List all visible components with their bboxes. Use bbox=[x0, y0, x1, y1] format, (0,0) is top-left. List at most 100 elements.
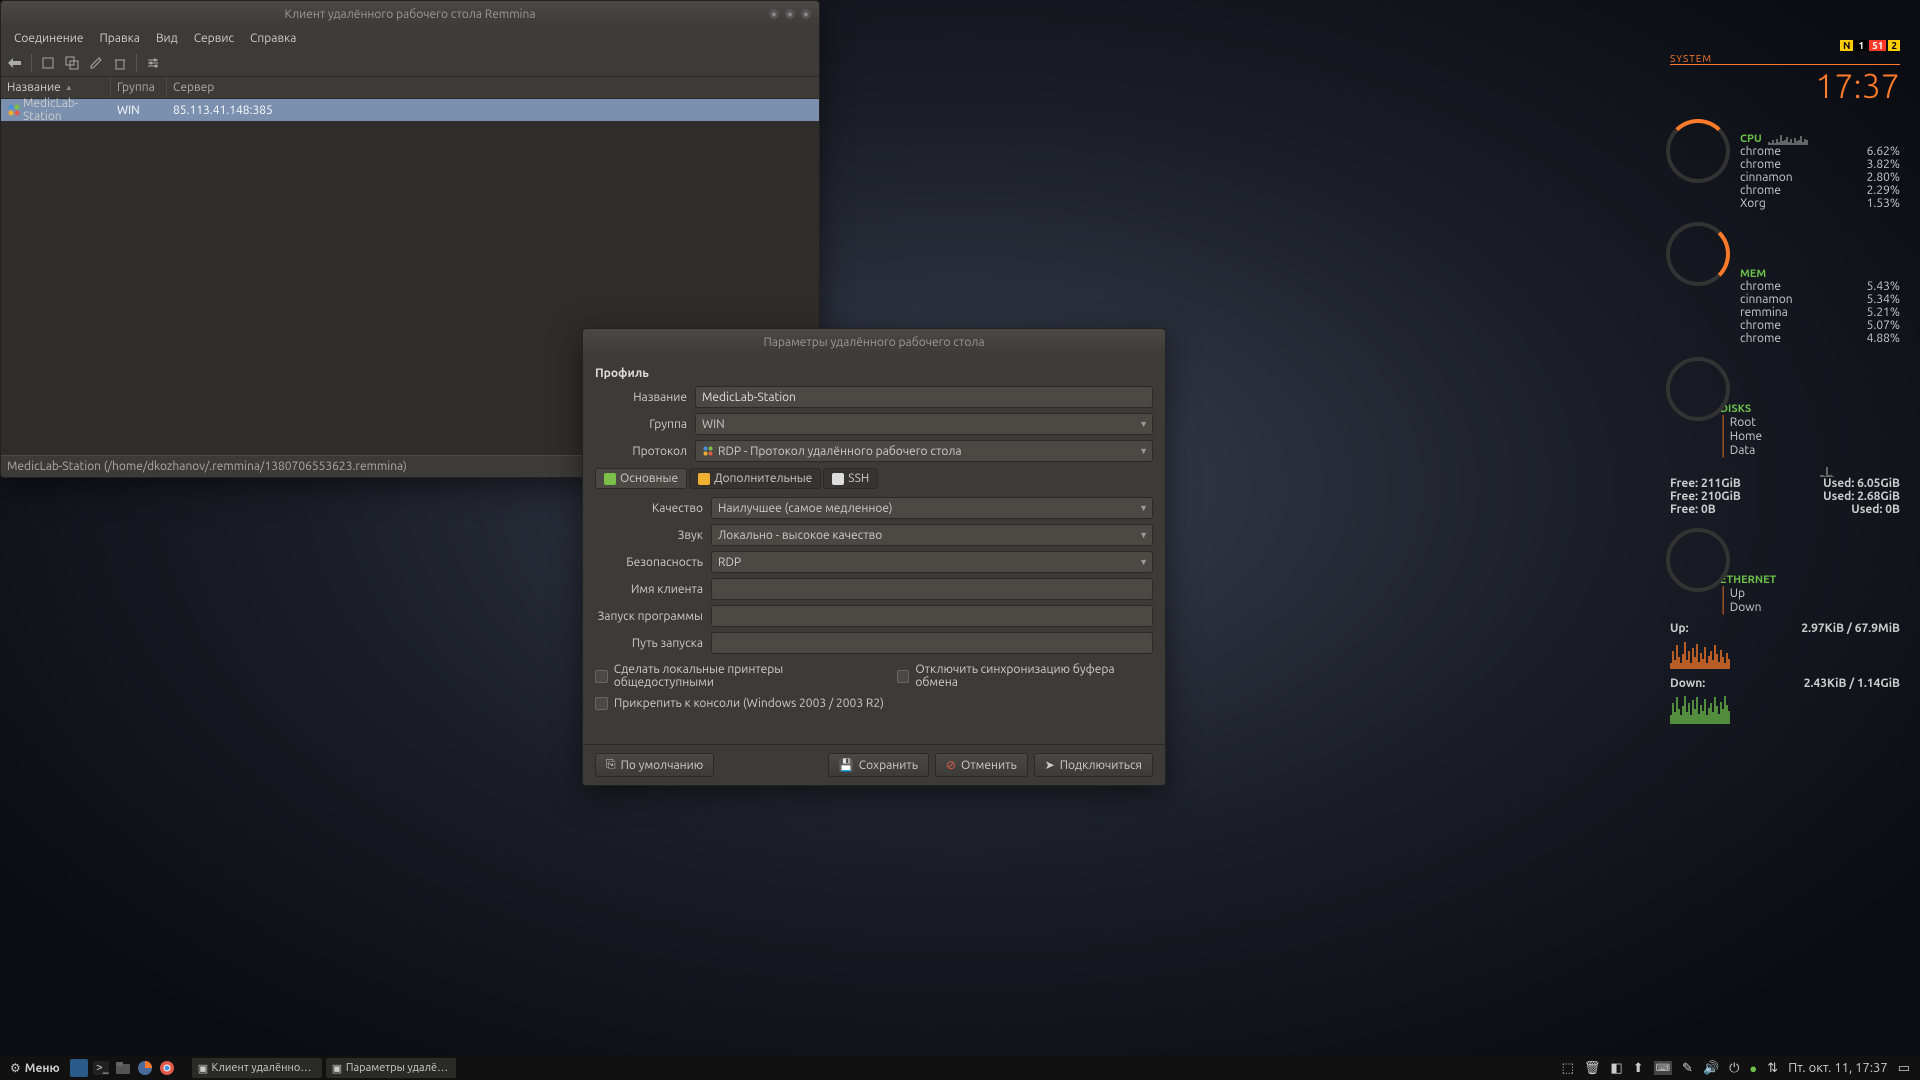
system-header: SYSTEM bbox=[1670, 53, 1712, 64]
disk-row: Free: 210GiBUsed: 2.68GiB bbox=[1670, 490, 1900, 503]
default-icon: ⎘ bbox=[606, 758, 616, 772]
chrome-launcher-icon[interactable] bbox=[158, 1059, 176, 1077]
tab-ssh[interactable]: SSH bbox=[823, 468, 878, 489]
tab-advanced[interactable]: Дополнительные bbox=[689, 468, 821, 489]
menu-edit[interactable]: Правка bbox=[93, 30, 147, 47]
terminal-launcher-icon[interactable]: >_ bbox=[92, 1059, 110, 1077]
minimize-icon[interactable]: ● bbox=[769, 9, 779, 19]
cpu-proc: chrome6.62% bbox=[1740, 145, 1900, 158]
tab-advanced-icon bbox=[698, 473, 710, 485]
input-startprog[interactable] bbox=[711, 605, 1153, 627]
cpu-graph bbox=[1768, 129, 1900, 145]
col-name[interactable]: Название▲ bbox=[1, 77, 111, 98]
tray-volume-icon[interactable]: 🔊 bbox=[1703, 1061, 1719, 1076]
connection-row[interactable]: MedicLab-Station WIN 85.113.41.148:385 bbox=[1, 99, 819, 121]
cpu-proc: chrome3.82% bbox=[1740, 158, 1900, 171]
tab-basic[interactable]: Основные bbox=[595, 468, 687, 489]
toolbar-new-icon[interactable] bbox=[38, 53, 58, 73]
maximize-icon[interactable]: ● bbox=[785, 9, 795, 19]
badge: N bbox=[1840, 40, 1853, 51]
tray-network-icon[interactable]: ⇅ bbox=[1767, 1061, 1778, 1076]
chevron-down-icon: ▼ bbox=[1139, 557, 1148, 567]
label-sound: Звук bbox=[595, 529, 703, 542]
notification-badges: N 1 51 2 bbox=[1670, 40, 1900, 51]
task-remmina-prefs[interactable]: ▣Параметры удалён... bbox=[326, 1058, 456, 1078]
files-launcher-icon[interactable] bbox=[114, 1059, 132, 1077]
net-up-row: Up:2.97KiB / 67.9MiB bbox=[1670, 622, 1900, 635]
default-button[interactable]: ⎘По умолчанию bbox=[595, 753, 714, 777]
tray-pencil-icon[interactable]: ✎ bbox=[1682, 1061, 1693, 1076]
disks-label: DISKS bbox=[1720, 403, 1900, 415]
tray-keyboard-icon[interactable]: ⌨ bbox=[1654, 1061, 1672, 1075]
save-button[interactable]: 💾Сохранить bbox=[828, 753, 929, 777]
check-printers[interactable] bbox=[595, 670, 608, 683]
tray-trash-icon[interactable]: 🗑 bbox=[1584, 1061, 1601, 1076]
menu-connection[interactable]: Соединение bbox=[7, 30, 91, 47]
input-startpath[interactable] bbox=[711, 632, 1153, 654]
toolbar-connect-icon[interactable] bbox=[5, 53, 25, 73]
list-header: Название▲ Группа Сервер bbox=[1, 77, 819, 99]
section-profile: Профиль bbox=[595, 367, 1153, 380]
tray-arrow-icon[interactable]: ⬆ bbox=[1633, 1061, 1644, 1076]
mem-proc: remmina5.21% bbox=[1740, 306, 1900, 319]
dialog-titlebar[interactable]: Параметры удалённого рабочего стола bbox=[583, 329, 1165, 355]
svg-text:>_: >_ bbox=[96, 1061, 109, 1074]
eth-ring-icon bbox=[1666, 528, 1730, 592]
label-check-clipboard: Отключить синхронизацию буфера обмена bbox=[915, 663, 1153, 689]
toolbar-copy-icon[interactable] bbox=[62, 53, 82, 73]
tray-shield-icon[interactable]: ● bbox=[1749, 1061, 1757, 1076]
preferences-dialog: Параметры удалённого рабочего стола Проф… bbox=[582, 328, 1166, 786]
combo-protocol[interactable]: RDP - Протокол удалённого рабочего стола… bbox=[695, 440, 1153, 462]
task-remmina-main[interactable]: ▣Клиент удалённого ... bbox=[192, 1058, 322, 1078]
col-server[interactable]: Сервер bbox=[167, 77, 819, 98]
taskbar: ⚙ Меню >_ ▣Клиент удалённого ... ▣Параме… bbox=[0, 1056, 1920, 1080]
remmina-icon: ▣ bbox=[332, 1062, 342, 1075]
combo-quality[interactable]: Наилучшее (самое медленное)▼ bbox=[711, 497, 1153, 519]
label-name: Название bbox=[595, 391, 687, 404]
cancel-button[interactable]: ⊘Отменить bbox=[935, 753, 1028, 777]
tray-workspace-icon[interactable]: ⬚ bbox=[1562, 1061, 1574, 1076]
ethernet-label: ETHERNET bbox=[1720, 574, 1900, 586]
cancel-icon: ⊘ bbox=[946, 758, 956, 772]
mem-label: MEM bbox=[1740, 268, 1900, 280]
toolbar-edit-icon[interactable] bbox=[86, 53, 106, 73]
label-clientname: Имя клиента bbox=[595, 583, 703, 596]
input-name[interactable] bbox=[695, 386, 1153, 408]
chevron-down-icon: ▼ bbox=[1139, 446, 1148, 456]
chevron-down-icon: ▼ bbox=[1139, 419, 1148, 429]
panel-clock[interactable]: Пт. окт. 11, 17:37 bbox=[1788, 1061, 1888, 1075]
system-monitor-widget: N 1 51 2 SYSTEM 17:37 CPU chrome6.62% ch… bbox=[1670, 40, 1900, 724]
firefox-launcher-icon[interactable] bbox=[136, 1059, 154, 1077]
cpu-label: CPU bbox=[1740, 133, 1762, 145]
main-titlebar[interactable]: Клиент удалённого рабочего стола Remmina… bbox=[1, 1, 819, 27]
tray-updates-icon[interactable]: ◧ bbox=[1610, 1061, 1622, 1076]
input-clientname[interactable] bbox=[711, 578, 1153, 600]
show-desktop-icon[interactable] bbox=[70, 1059, 88, 1077]
toolbar-delete-icon[interactable] bbox=[110, 53, 130, 73]
start-menu-button[interactable]: ⚙ Меню bbox=[4, 1056, 66, 1080]
toolbar-prefs-icon[interactable] bbox=[143, 53, 163, 73]
combo-group[interactable]: WIN▼ bbox=[695, 413, 1153, 435]
menu-view[interactable]: Вид bbox=[149, 30, 185, 47]
main-window-title: Клиент удалённого рабочего стола Remmina bbox=[1, 8, 819, 21]
mem-ring-icon bbox=[1666, 222, 1730, 286]
badge: 1 bbox=[1855, 40, 1867, 51]
tray-session-icon[interactable]: ▭ bbox=[1898, 1061, 1910, 1076]
close-icon[interactable]: ● bbox=[801, 9, 811, 19]
menu-help[interactable]: Справка bbox=[243, 30, 303, 47]
chevron-down-icon: ▼ bbox=[1139, 530, 1148, 540]
dialog-button-row: ⎘По умолчанию 💾Сохранить ⊘Отменить ➤Подк… bbox=[583, 744, 1165, 785]
combo-sound[interactable]: Локально - высокое качество▼ bbox=[711, 524, 1153, 546]
label-check-console: Прикрепить к консоли (Windows 2003 / 200… bbox=[614, 697, 884, 710]
net-down-row: Down:2.43KiB / 1.14GiB bbox=[1670, 677, 1900, 690]
disk-ring-icon bbox=[1666, 357, 1730, 421]
col-group[interactable]: Группа bbox=[111, 77, 167, 98]
combo-security[interactable]: RDP▼ bbox=[711, 551, 1153, 573]
check-console[interactable] bbox=[595, 697, 608, 710]
mem-proc: chrome5.43% bbox=[1740, 280, 1900, 293]
tray-power-icon[interactable]: ⏻ bbox=[1729, 1061, 1739, 1076]
check-clipboard[interactable] bbox=[897, 670, 910, 683]
menu-service[interactable]: Сервис bbox=[187, 30, 241, 47]
disk-graph bbox=[1820, 461, 1900, 477]
connect-button[interactable]: ➤Подключиться bbox=[1034, 753, 1153, 777]
